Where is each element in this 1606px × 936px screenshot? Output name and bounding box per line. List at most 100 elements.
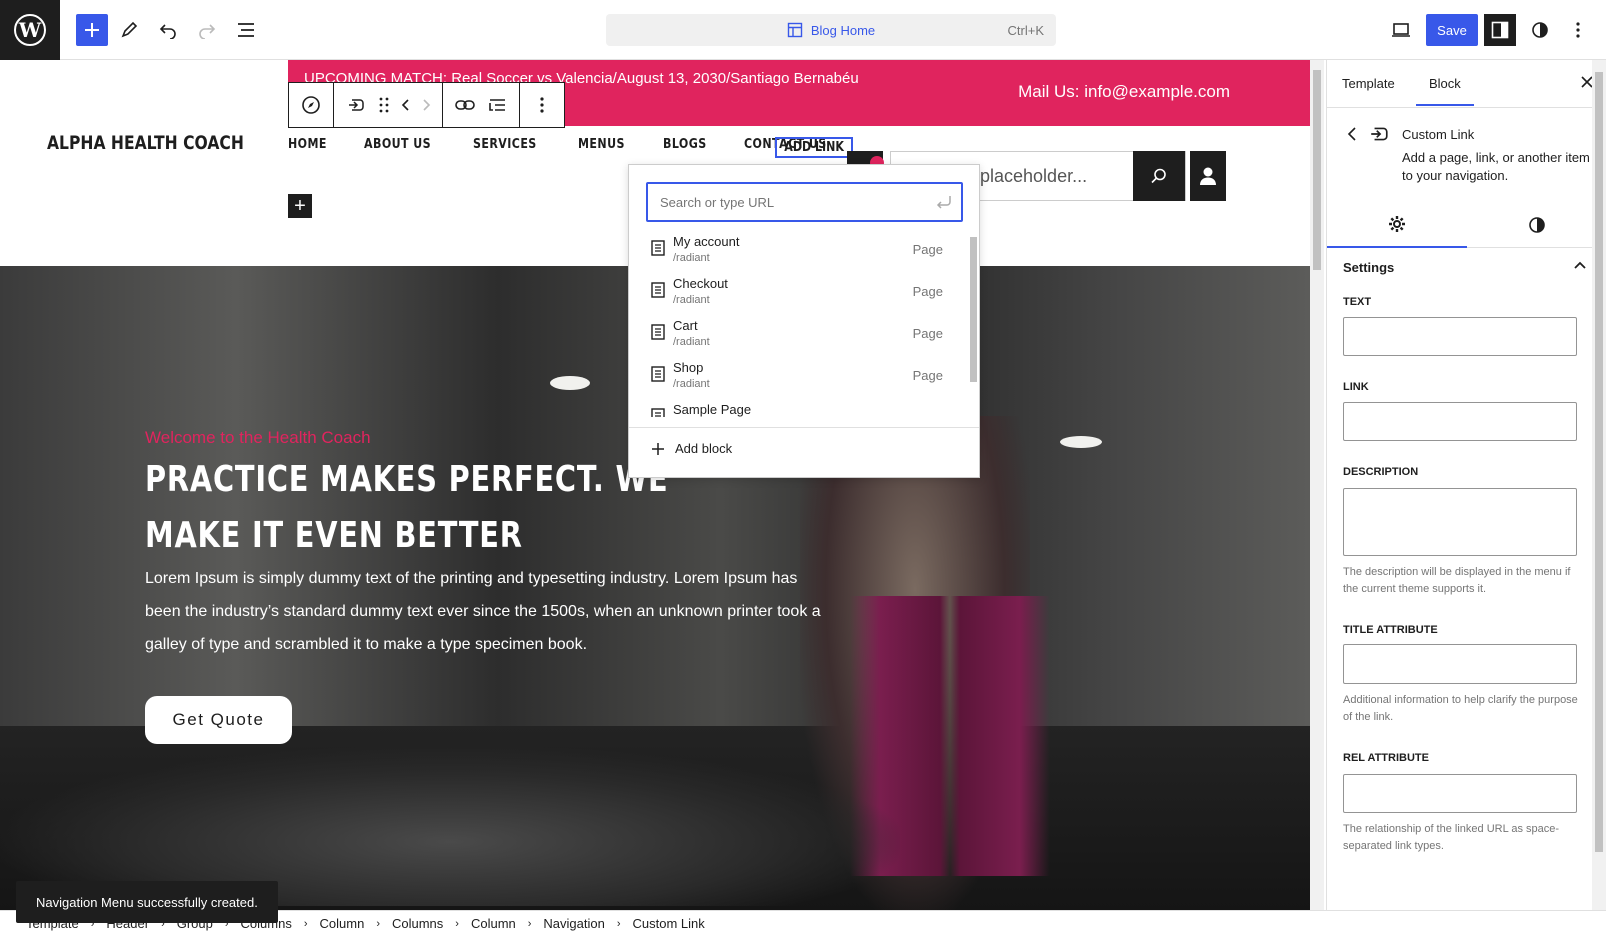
- suggestion-title: Checkout: [673, 276, 728, 291]
- inspector-tabs: [1327, 202, 1606, 248]
- description-help: The description will be displayed in the…: [1343, 566, 1571, 595]
- link-icon[interactable]: [449, 83, 481, 127]
- styles-tab[interactable]: [1467, 202, 1606, 248]
- text-label: TEXT: [1343, 296, 1372, 308]
- template-icon: [787, 22, 803, 38]
- search-submit-button[interactable]: [1133, 151, 1185, 201]
- ceiling-light: [1060, 436, 1102, 448]
- breadcrumb-separator-icon: ›: [303, 917, 308, 930]
- scrollbar-thumb[interactable]: [970, 237, 977, 382]
- back-chevron-icon[interactable]: [1347, 126, 1357, 142]
- hero-title: PRACTICE MAKES PERFECT. WE MAKE IT EVEN …: [145, 459, 669, 556]
- get-quote-button[interactable]: Get Quote: [145, 696, 292, 744]
- styles-contrast-icon[interactable]: [1524, 14, 1556, 46]
- title-attribute-field[interactable]: [1343, 644, 1577, 684]
- link-suggestions-list: My account /radiant Page Checkout /radia…: [629, 227, 969, 417]
- link-label: LINK: [1343, 381, 1369, 393]
- suggestion-title: Cart: [673, 318, 698, 333]
- chevron-up-icon[interactable]: [1573, 258, 1587, 272]
- suggestion-type: Page: [912, 284, 943, 299]
- breadcrumb-item[interactable]: Column: [320, 916, 365, 931]
- breadcrumb-item[interactable]: Columns: [392, 916, 443, 931]
- link-suggestion[interactable]: Checkout /radiant Page: [629, 269, 969, 311]
- add-block-button[interactable]: [76, 14, 108, 46]
- rel-attribute-help: The relationship of the linked URL as sp…: [1343, 823, 1560, 852]
- scrollbar-thumb[interactable]: [1313, 70, 1321, 270]
- document-overview-icon[interactable]: [230, 14, 262, 46]
- tab-block[interactable]: Block: [1416, 76, 1474, 106]
- link-suggestion[interactable]: Cart /radiant Page: [629, 311, 969, 353]
- redo-icon[interactable]: [191, 14, 223, 46]
- suggestion-type: Page: [912, 368, 943, 383]
- suggestion-url: /radiant: [673, 252, 710, 264]
- text-field[interactable]: [1343, 317, 1577, 356]
- block-inserter-plus-icon[interactable]: +: [288, 194, 312, 218]
- add-block-option[interactable]: Add block: [651, 441, 732, 456]
- site-logo-title[interactable]: ALPHA HEALTH COACH: [47, 132, 244, 154]
- custom-link-block-icon[interactable]: [340, 83, 372, 127]
- drag-handle-icon[interactable]: [372, 83, 396, 127]
- scrollbar-thumb[interactable]: [1595, 72, 1603, 852]
- suggestion-title: My account: [673, 234, 740, 249]
- contrast-icon: [1529, 217, 1545, 233]
- description-textarea[interactable]: [1343, 488, 1577, 556]
- link-field[interactable]: [1343, 402, 1577, 441]
- nav-item-services[interactable]: SERVICES: [473, 137, 537, 152]
- page-icon: [651, 408, 665, 417]
- link-suggestion[interactable]: My account /radiant Page: [629, 227, 969, 269]
- nav-item-about[interactable]: ABOUT US: [364, 137, 431, 152]
- command-title: Blog Home: [810, 22, 876, 38]
- add-block-label: Add block: [675, 441, 733, 456]
- url-input[interactable]: [646, 182, 963, 222]
- nav-item-menus[interactable]: MENUS: [578, 137, 625, 152]
- rel-attribute-field[interactable]: [1343, 774, 1577, 813]
- snackbar-notice[interactable]: Navigation Menu successfully created.: [16, 881, 278, 923]
- link-suggestion[interactable]: Sample Page: [629, 395, 969, 417]
- breadcrumb-separator-icon: ›: [376, 917, 380, 930]
- navigation-compass-icon[interactable]: [295, 83, 327, 127]
- move-right-icon[interactable]: [416, 83, 436, 127]
- breadcrumb-item[interactable]: Navigation: [543, 916, 604, 931]
- nav-item-add-link[interactable]: ADD LINK: [775, 137, 854, 158]
- canvas-scrollbar[interactable]: [1310, 60, 1324, 910]
- page-icon: [651, 366, 665, 382]
- enter-return-icon[interactable]: [935, 193, 953, 211]
- settings-sidebar-toggle-icon[interactable]: [1484, 14, 1516, 46]
- suggestions-scrollbar[interactable]: [968, 227, 978, 417]
- nav-item-blogs[interactable]: BLOGS: [663, 137, 707, 152]
- options-kebab-icon[interactable]: [1562, 14, 1594, 46]
- block-card-description: Add a page, link, or another item to you…: [1402, 150, 1590, 183]
- settings-gear-tab[interactable]: [1327, 202, 1467, 248]
- title-attribute-label: TITLE ATTRIBUTE: [1343, 624, 1438, 636]
- settings-sidebar: Template Block Custom Link Add a page, l…: [1326, 60, 1606, 910]
- link-suggestion[interactable]: Shop /radiant Page: [629, 353, 969, 395]
- search-icon: [1151, 168, 1166, 184]
- breadcrumb-item-current: Custom Link: [632, 916, 705, 931]
- add-submenu-icon[interactable]: [481, 83, 513, 127]
- move-left-icon[interactable]: [396, 83, 416, 127]
- wordpress-logo-icon[interactable]: W: [0, 0, 60, 60]
- nav-item-home[interactable]: HOME: [288, 137, 327, 152]
- user-icon: [1200, 167, 1216, 185]
- suggestion-type: Page: [912, 326, 943, 341]
- undo-icon[interactable]: [152, 14, 184, 46]
- block-card: Custom Link Add a page, link, or another…: [1327, 108, 1606, 188]
- edit-pencil-icon[interactable]: [113, 14, 145, 46]
- account-button[interactable]: [1190, 151, 1226, 201]
- breadcrumb-item[interactable]: Column: [471, 916, 516, 931]
- mail-contact: Mail Us: info@example.com: [1018, 82, 1230, 101]
- page-icon: [651, 324, 665, 340]
- url-search-field[interactable]: [648, 184, 928, 220]
- settings-panel-header[interactable]: Settings: [1343, 260, 1591, 275]
- breadcrumb-separator-icon: ›: [527, 917, 532, 930]
- save-button[interactable]: Save: [1426, 14, 1478, 46]
- suggestion-title: Sample Page: [673, 402, 752, 417]
- tab-template[interactable]: Template: [1342, 76, 1395, 91]
- description-label: DESCRIPTION: [1343, 466, 1419, 478]
- suggestion-url: /radiant: [673, 294, 710, 306]
- sidebar-scrollbar[interactable]: [1592, 60, 1606, 910]
- block-options-icon[interactable]: [526, 83, 558, 127]
- editor-topbar: W Blog Home Ctrl+K Save: [0, 0, 1606, 60]
- command-palette-button[interactable]: Blog Home Ctrl+K: [606, 14, 1056, 46]
- device-preview-icon[interactable]: [1385, 14, 1417, 46]
